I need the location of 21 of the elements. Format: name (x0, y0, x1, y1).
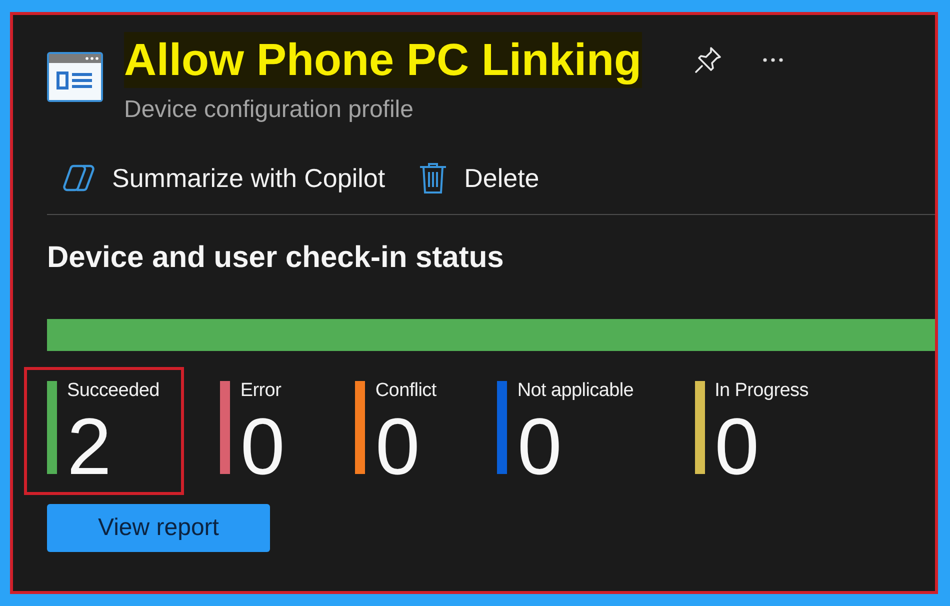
pin-icon[interactable] (694, 46, 722, 74)
page-subtitle: Device configuration profile (124, 96, 414, 124)
summarize-button[interactable]: Summarize with Copilot (47, 158, 404, 198)
status-label: Conflict (375, 381, 436, 401)
view-report-button[interactable]: View report (47, 504, 270, 552)
status-label: In Progress (714, 381, 808, 401)
overlapping-shapes-icon (63, 162, 95, 194)
status-count: 0 (375, 411, 420, 483)
trash-icon (419, 162, 448, 194)
delete-button[interactable]: Delete (403, 158, 558, 198)
status-count: 0 (714, 411, 760, 483)
more-icon[interactable] (762, 57, 784, 63)
status-count: 2 (67, 411, 112, 483)
profile-window-icon (47, 52, 103, 102)
status-label: Error (240, 381, 282, 401)
status-count: 0 (240, 411, 285, 483)
status-label: Succeeded (67, 381, 160, 401)
status-label: Not applicable (517, 381, 634, 401)
section-heading: Device and user check-in status (47, 241, 504, 275)
page-title: Allow Phone PC Linking (124, 32, 642, 88)
status-count: 0 (517, 411, 562, 483)
